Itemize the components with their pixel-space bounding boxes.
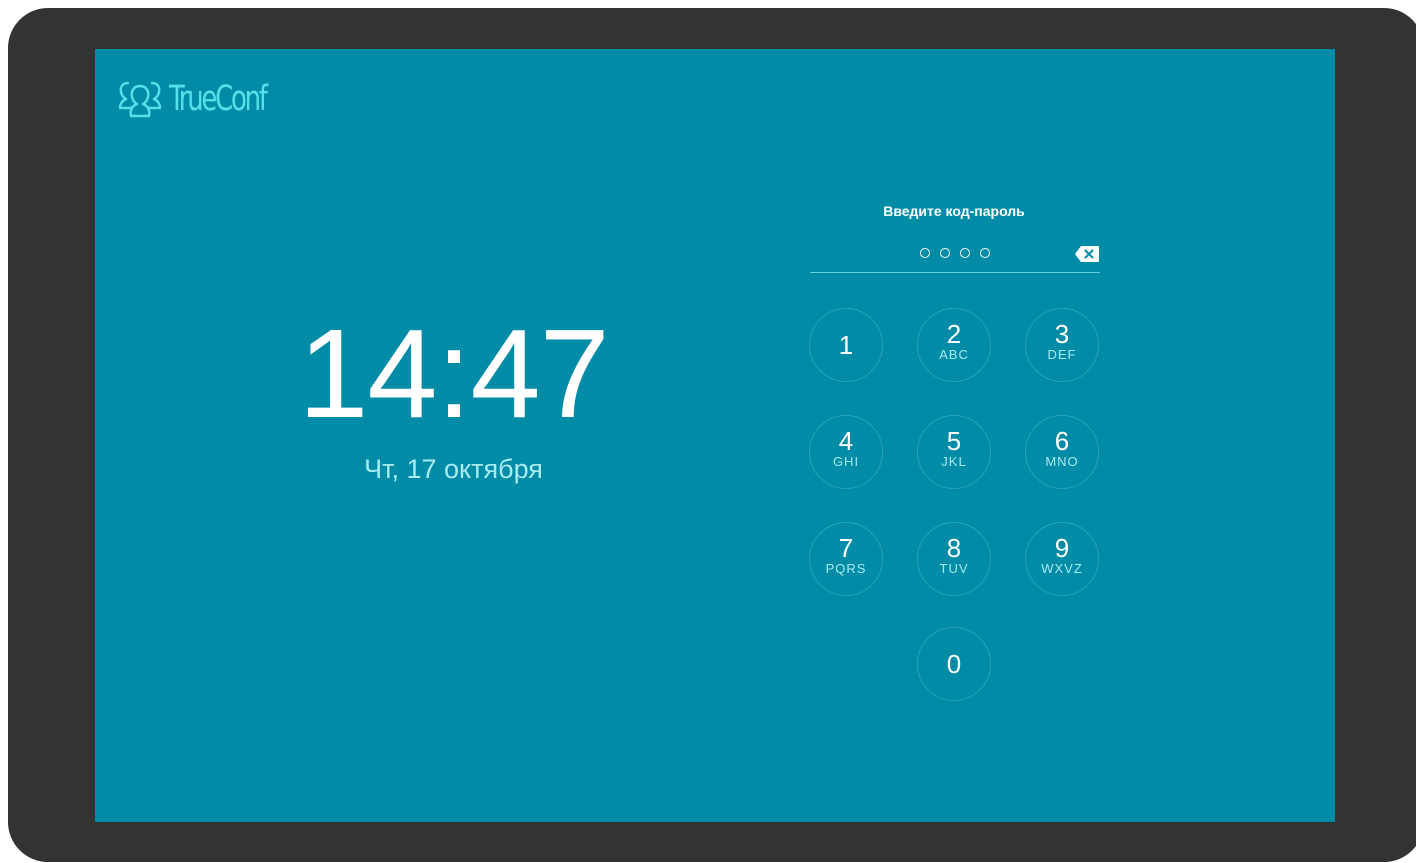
keypad-key-7[interactable]: 7 PQRS bbox=[809, 522, 883, 596]
key-digit: 5 bbox=[946, 426, 962, 456]
keypad-key-4[interactable]: 4 GHI bbox=[809, 415, 883, 489]
clock-time: 14:47 bbox=[298, 303, 609, 444]
keypad-key-3[interactable]: 3 DEF bbox=[1025, 308, 1099, 382]
key-digit: 7 bbox=[838, 533, 854, 563]
key-letters: MNO bbox=[1045, 454, 1079, 469]
backspace-icon[interactable] bbox=[1074, 245, 1100, 263]
key-letters: WXVZ bbox=[1041, 561, 1083, 576]
passcode-dot bbox=[940, 248, 950, 258]
key-digit: 9 bbox=[1054, 533, 1070, 563]
keypad-key-6[interactable]: 6 MNO bbox=[1025, 415, 1099, 489]
lock-screen: TrueConf 14:47 Чт, 17 октября Введите ко… bbox=[95, 49, 1335, 822]
keypad-key-9[interactable]: 9 WXVZ bbox=[1025, 522, 1099, 596]
key-digit: 6 bbox=[1054, 426, 1070, 456]
passcode-dot bbox=[980, 248, 990, 258]
keypad-key-8[interactable]: 8 TUV bbox=[917, 522, 991, 596]
key-letters: PQRS bbox=[825, 561, 867, 576]
brand-name: TrueConf bbox=[169, 79, 268, 119]
key-digit: 3 bbox=[1054, 319, 1070, 349]
passcode-dots bbox=[810, 248, 1100, 258]
key-digit: 0 bbox=[946, 649, 962, 679]
clock-date: Чт, 17 октября bbox=[364, 454, 543, 484]
people-group-icon bbox=[118, 81, 162, 118]
passcode-prompt: Введите код-пароль bbox=[883, 203, 1025, 219]
key-letters: JKL bbox=[941, 454, 967, 469]
key-letters: GHI bbox=[832, 454, 860, 469]
passcode-field[interactable] bbox=[810, 241, 1100, 273]
key-letters: DEF bbox=[1047, 347, 1077, 362]
key-digit: 1 bbox=[838, 330, 854, 360]
keypad-key-5[interactable]: 5 JKL bbox=[917, 415, 991, 489]
trueconf-logo: TrueConf bbox=[117, 79, 300, 119]
keypad-key-2[interactable]: 2 ABC bbox=[917, 308, 991, 382]
passcode-dot bbox=[960, 248, 970, 258]
key-letters: ABC bbox=[939, 347, 969, 362]
keypad-key-1[interactable]: 1 bbox=[809, 308, 883, 382]
key-digit: 8 bbox=[946, 533, 962, 563]
keypad-key-0[interactable]: 0 bbox=[917, 627, 991, 701]
key-letters: TUV bbox=[939, 561, 969, 576]
key-digit: 4 bbox=[838, 426, 854, 456]
passcode-dot bbox=[920, 248, 930, 258]
key-digit: 2 bbox=[946, 319, 962, 349]
